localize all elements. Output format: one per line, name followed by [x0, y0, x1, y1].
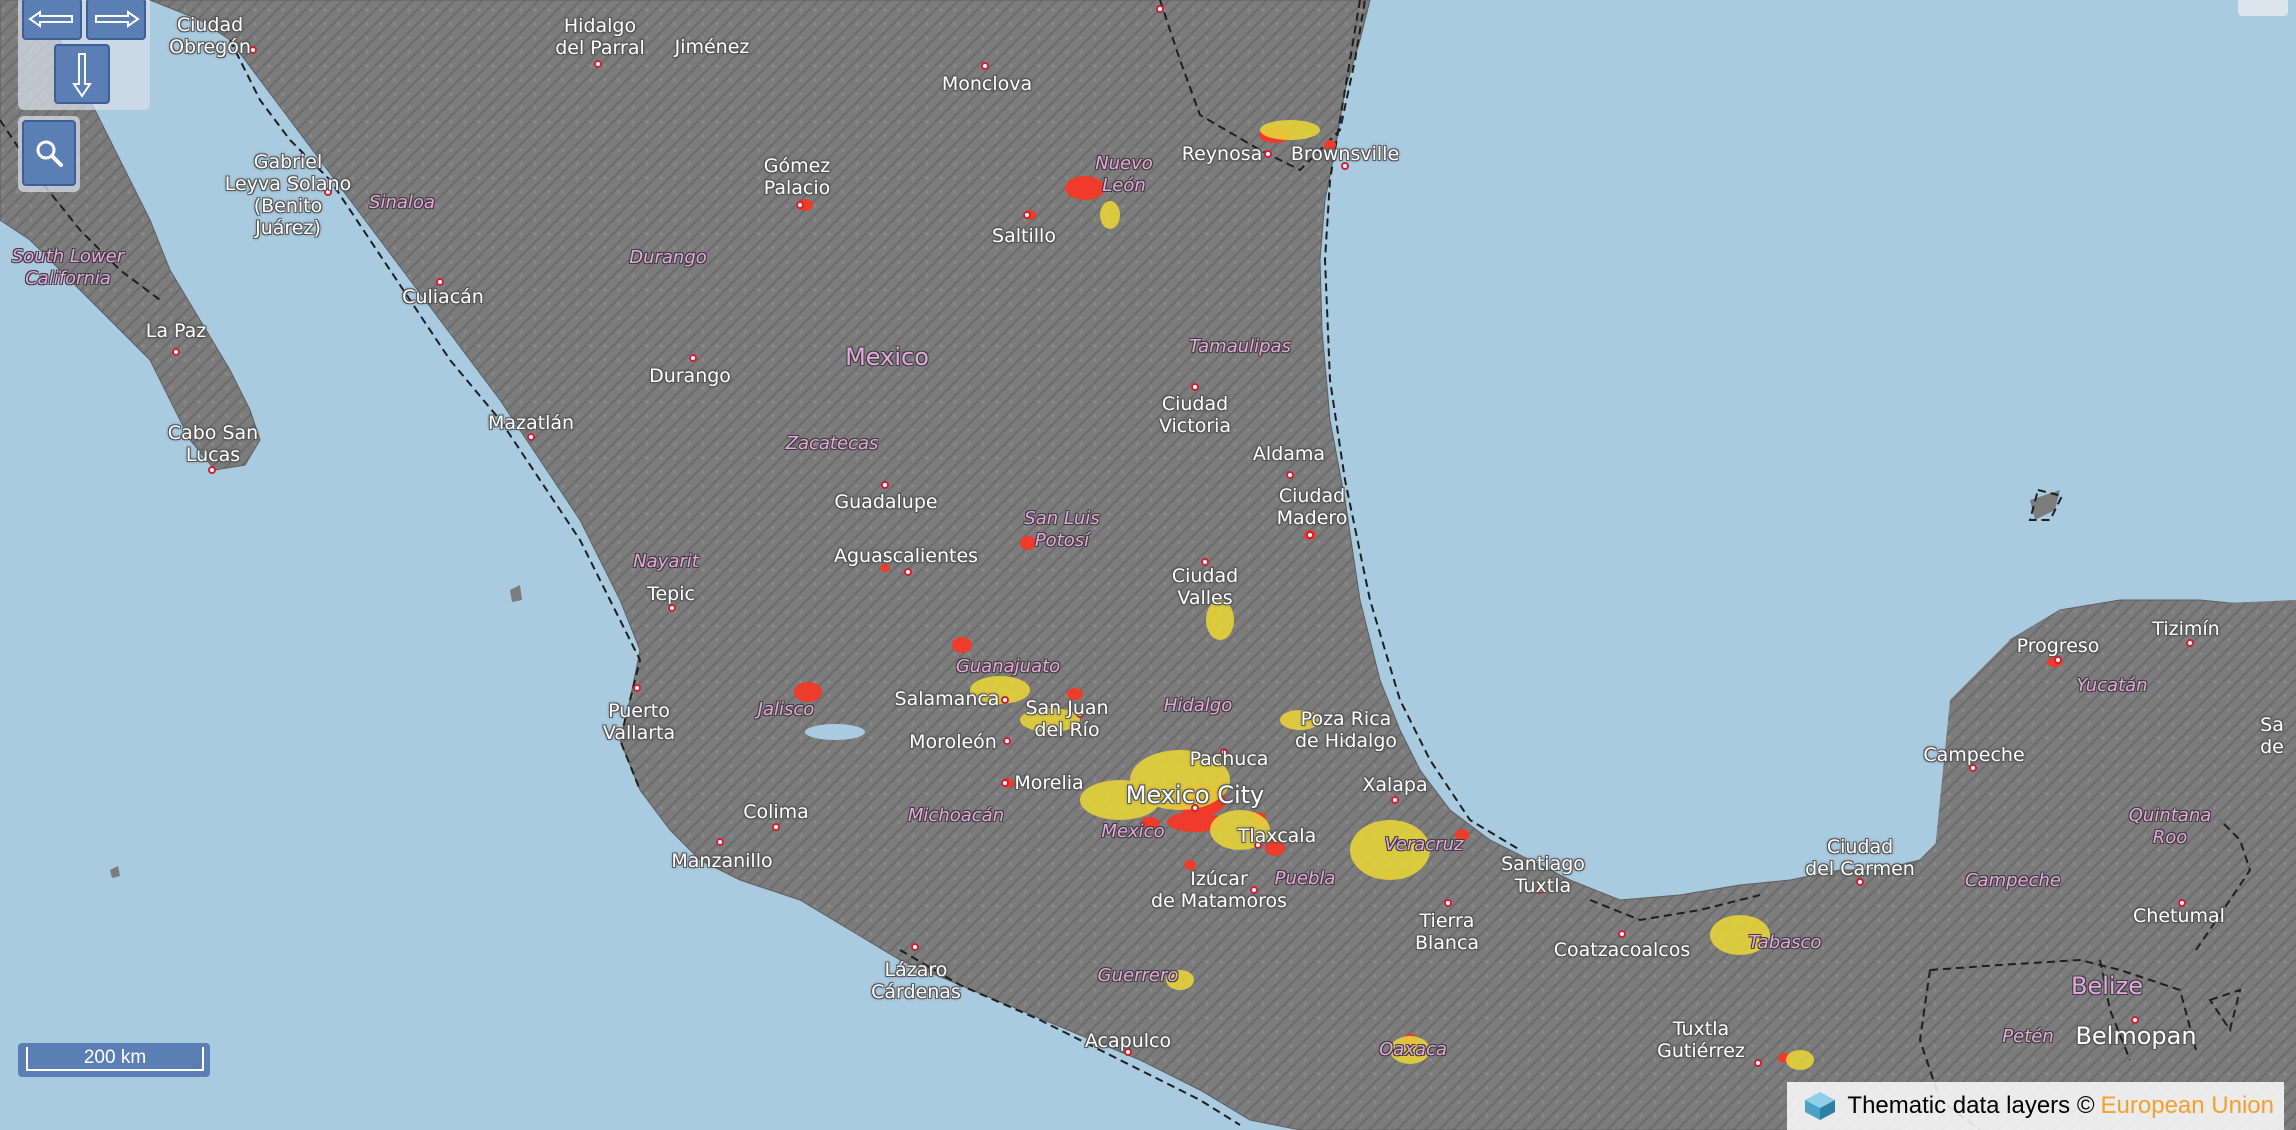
attribution-link[interactable]: European Union	[2101, 1092, 2274, 1120]
lake-chapala	[805, 724, 865, 740]
magnifier-icon	[36, 140, 63, 167]
state-label: Campeche	[1964, 870, 2062, 891]
city-label: Gabriel Leyva Solano (Benito Juárez)	[224, 151, 352, 239]
city-label: Tuxtla Gutiérrez	[1657, 1018, 1745, 1062]
city-label: Xalapa	[1362, 774, 1428, 796]
city-label: Progreso	[2016, 635, 2100, 657]
city-label: Manzanillo	[671, 850, 773, 872]
pan-control	[18, 0, 150, 110]
state-label: South Lower California	[11, 246, 125, 289]
city-label: Ciudad Madero	[1276, 485, 1348, 529]
city-label: Jiménez	[674, 36, 750, 58]
country-label: Mexico	[845, 343, 929, 371]
layer-switcher-button[interactable]	[2238, 0, 2288, 16]
data-layers-icon	[1805, 1092, 1836, 1120]
city-label: Puerto Vallarta	[602, 700, 676, 744]
arrow-left-icon	[28, 10, 73, 28]
attribution-text: Thematic data layers ©	[1847, 1092, 2095, 1119]
pan-left-button[interactable]	[22, 0, 82, 40]
city-label: Morelia	[1014, 772, 1084, 794]
city-label: Hidalgo del Parral	[555, 15, 645, 59]
city-label: Ciudad Valles	[1171, 565, 1239, 609]
city-label: Chetumal	[2133, 905, 2225, 927]
city-label: Ciudad Obregón	[169, 14, 251, 58]
zoom-control	[18, 116, 80, 192]
zoom-search-button[interactable]	[22, 120, 76, 186]
pan-down-button[interactable]	[54, 44, 110, 104]
city-label: Salamanca	[894, 688, 1000, 710]
city-label: Saltillo	[992, 225, 1056, 247]
city-label: Mazatlán	[487, 412, 575, 434]
city-label: Aldama	[1252, 443, 1326, 465]
country-label: Belize	[2071, 972, 2143, 1000]
city-label: Belmopan	[2075, 1022, 2197, 1050]
city-label: Guadalupe	[834, 491, 938, 513]
city-label: Ciudad del Carmen	[1805, 836, 1915, 880]
city-label: La Paz	[145, 320, 207, 342]
city-label: Tlaxcala	[1237, 825, 1317, 847]
state-label: Durango	[629, 247, 707, 268]
city-label: Izúcar de Matamoros	[1151, 868, 1287, 912]
city-label: Acapulco	[1084, 1030, 1172, 1052]
island	[510, 585, 522, 602]
state-label: Jalisco	[757, 699, 815, 720]
scale-bar: 200 km	[18, 1043, 210, 1077]
city-label: Poza Rica de Hidalgo	[1294, 708, 1398, 752]
state-label: Guanajuato	[955, 656, 1061, 677]
state-label: Oaxaca	[1379, 1039, 1447, 1060]
map-canvas[interactable]: South Lower California Sinaloa Durango Nu…	[0, 0, 2296, 1130]
state-label: Nayarit	[633, 551, 699, 572]
state-label: Michoacán	[907, 805, 1005, 826]
city-label: Sa de	[2260, 714, 2284, 758]
city-label: Colima	[743, 801, 809, 823]
state-label: Yucatán	[2076, 675, 2148, 696]
state-label: Petén	[2002, 1026, 2054, 1047]
city-label: Moroleón	[909, 731, 997, 753]
city-label: Coatzacoalcos	[1553, 939, 1691, 961]
city-label: Reynosa	[1181, 143, 1263, 165]
state-label: Zacatecas	[785, 433, 879, 454]
city-label: San Juan del Río	[1025, 697, 1109, 741]
city-label: Aguascalientes	[833, 545, 979, 567]
city-label: Mexico City	[1125, 781, 1265, 809]
scale-bar-label: 200 km	[26, 1047, 204, 1071]
city-label: Tepic	[647, 583, 695, 605]
island	[110, 866, 120, 878]
state-label: Hidalgo	[1163, 695, 1233, 716]
state-label: San Luis Potosí	[1024, 508, 1100, 551]
state-label: Veracruz	[1384, 834, 1464, 855]
state-label: Tamaulipas	[1189, 336, 1291, 357]
city-label: Ciudad Victoria	[1158, 393, 1232, 437]
city-label: Monclova	[941, 73, 1033, 95]
state-label: Mexico	[1101, 821, 1165, 842]
pan-right-button[interactable]	[86, 0, 146, 40]
city-label: Durango	[649, 365, 731, 387]
city-label: Gómez Palacio	[763, 155, 831, 199]
state-label: Tabasco	[1748, 932, 1822, 953]
state-label: Sinaloa	[369, 192, 435, 213]
city-label: Tierra Blanca	[1414, 910, 1480, 954]
city-label: Lázaro Cárdenas	[871, 959, 961, 1003]
city-label: Pachuca	[1189, 748, 1269, 770]
city-label: Campeche	[1923, 744, 2025, 766]
state-label: Guerrero	[1097, 965, 1179, 986]
state-label: Nuevo León	[1095, 153, 1153, 196]
city-label: Tizimín	[2152, 618, 2220, 640]
city-label: Santiago Tuxtla	[1501, 853, 1585, 897]
state-label: Quintana Roo	[2128, 805, 2212, 848]
attribution: Thematic data layers © European Union	[1787, 1082, 2284, 1130]
arrow-right-icon	[95, 10, 140, 28]
city-label: Culiacán	[402, 286, 484, 308]
city-label: Cabo San Lucas	[167, 422, 259, 466]
city-label: Brownsville	[1290, 143, 1400, 165]
arrow-down-icon	[72, 53, 92, 98]
